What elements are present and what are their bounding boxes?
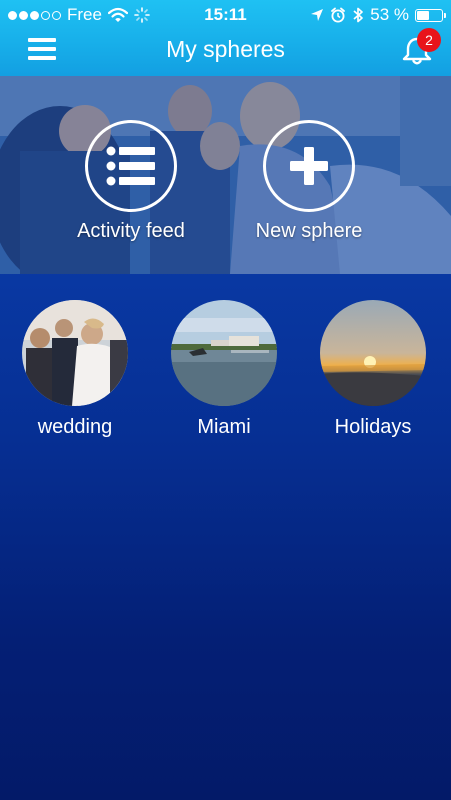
battery-percentage: 53 % <box>370 5 409 24</box>
sphere-label: Miami <box>197 416 251 438</box>
app-screen: My spheres 2 Free 15:11 53 % Activity fe… <box>0 0 451 800</box>
signal-dot <box>30 10 39 20</box>
loading-icon <box>134 7 150 23</box>
signal-dot <box>8 10 17 20</box>
sphere-label: Holidays <box>334 416 412 438</box>
sphere-thumbnail <box>22 300 128 406</box>
new-sphere-label: New sphere <box>255 220 363 242</box>
signal-dot <box>52 10 61 20</box>
sphere-label: wedding <box>37 416 113 438</box>
hero-banner: Activity feed New sphere <box>0 76 451 274</box>
carrier-name: Free <box>67 5 102 24</box>
wifi-icon <box>107 7 128 22</box>
activity-feed-button[interactable]: Activity feed <box>56 120 206 243</box>
page-title: My spheres <box>166 36 285 62</box>
sphere-miami[interactable]: Miami <box>159 300 289 439</box>
new-sphere-circle <box>263 120 355 212</box>
sphere-thumbnail <box>171 300 277 406</box>
activity-feed-circle <box>85 120 177 212</box>
sunset-beach-photo <box>320 300 426 406</box>
location-arrow-icon <box>311 9 324 21</box>
signal-dot <box>19 10 28 20</box>
wedding-photo <box>22 300 128 406</box>
bluetooth-icon <box>353 7 364 23</box>
battery-level <box>417 10 429 20</box>
activity-feed-label: Activity feed <box>77 220 185 242</box>
sphere-wedding[interactable]: wedding <box>10 300 140 439</box>
sphere-thumbnail <box>320 300 426 406</box>
signal-dot <box>41 10 50 20</box>
plus-icon <box>290 147 328 185</box>
new-sphere-button[interactable]: New sphere <box>234 120 384 243</box>
notification-badge: 2 <box>417 28 441 52</box>
signal-strength-icon <box>8 10 61 20</box>
miami-waterfront-photo <box>171 300 277 406</box>
alarm-icon <box>331 7 346 23</box>
battery-icon <box>415 8 446 22</box>
list-icon <box>106 146 155 186</box>
status-bar: Free 15:11 53 % <box>0 0 451 30</box>
sphere-holidays[interactable]: Holidays <box>308 300 438 439</box>
